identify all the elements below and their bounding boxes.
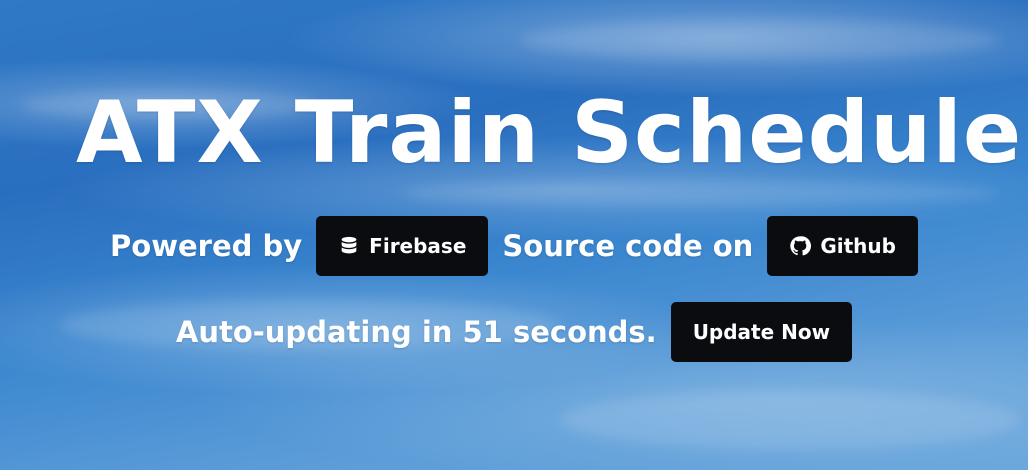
update-now-button[interactable]: Update Now	[670, 302, 853, 362]
source-code-label: Source code on	[502, 229, 754, 263]
firebase-button-label: Firebase	[369, 234, 467, 258]
github-icon	[789, 235, 812, 257]
github-button-label: Github	[820, 234, 896, 258]
credits-row: Powered by Firebase Source code on Githu…	[0, 216, 1028, 276]
hero-section: ATX Train Schedule Powered by Firebase S…	[0, 0, 1028, 470]
powered-by-label: Powered by	[110, 229, 303, 263]
github-button[interactable]: Github	[767, 216, 918, 276]
refresh-row: Auto-updating in 51 seconds. Update Now	[0, 302, 1028, 362]
firebase-button[interactable]: Firebase	[316, 216, 489, 276]
page-title: ATX Train Schedule	[76, 83, 1023, 183]
auto-update-status: Auto-updating in 51 seconds.	[175, 315, 657, 349]
database-icon	[338, 235, 360, 257]
